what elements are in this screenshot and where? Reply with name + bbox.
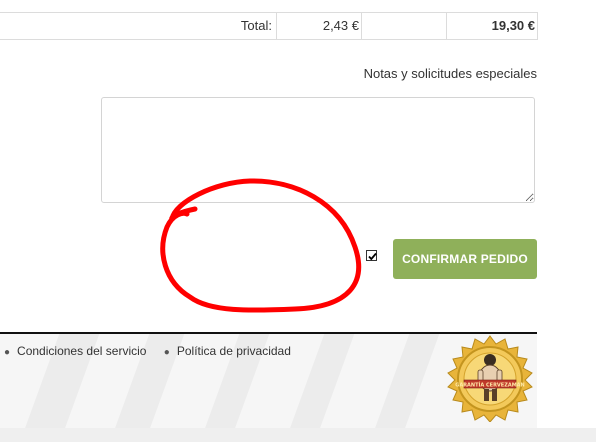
footer-link-terms[interactable]: ● Condiciones del servicio [4, 344, 146, 358]
notes-label: Notas y solicitudes especiales [363, 66, 537, 81]
total-empty-cell [362, 13, 447, 39]
guarantee-seal-icon: GARANTÍA CERVEZAMAN [447, 335, 533, 422]
bullet-icon: ● [163, 347, 170, 358]
bullet-icon: ● [4, 347, 11, 358]
total-tax: 2,43 € [277, 13, 362, 39]
footer-bottom-bar [0, 428, 596, 442]
total-label: Total: [0, 13, 277, 39]
totals-row: Total: 2,43 € 19,30 € [0, 12, 538, 40]
footer-link-terms-label: Condiciones del servicio [17, 344, 147, 358]
seal-text: GARANTÍA CERVEZAMAN [455, 381, 525, 389]
footer-link-privacy-label: Política de privacidad [176, 344, 291, 358]
red-circle-annotation [160, 178, 362, 313]
footer-link-privacy[interactable]: ● Política de privacidad [164, 344, 291, 358]
footer-links: ● Condiciones del servicio ● Política de p… [4, 344, 305, 358]
total-amount: 19,30 € [491, 18, 535, 33]
confirm-order-button[interactable]: CONFIRMAR PEDIDO [393, 239, 537, 279]
footer-right-area [537, 334, 596, 442]
